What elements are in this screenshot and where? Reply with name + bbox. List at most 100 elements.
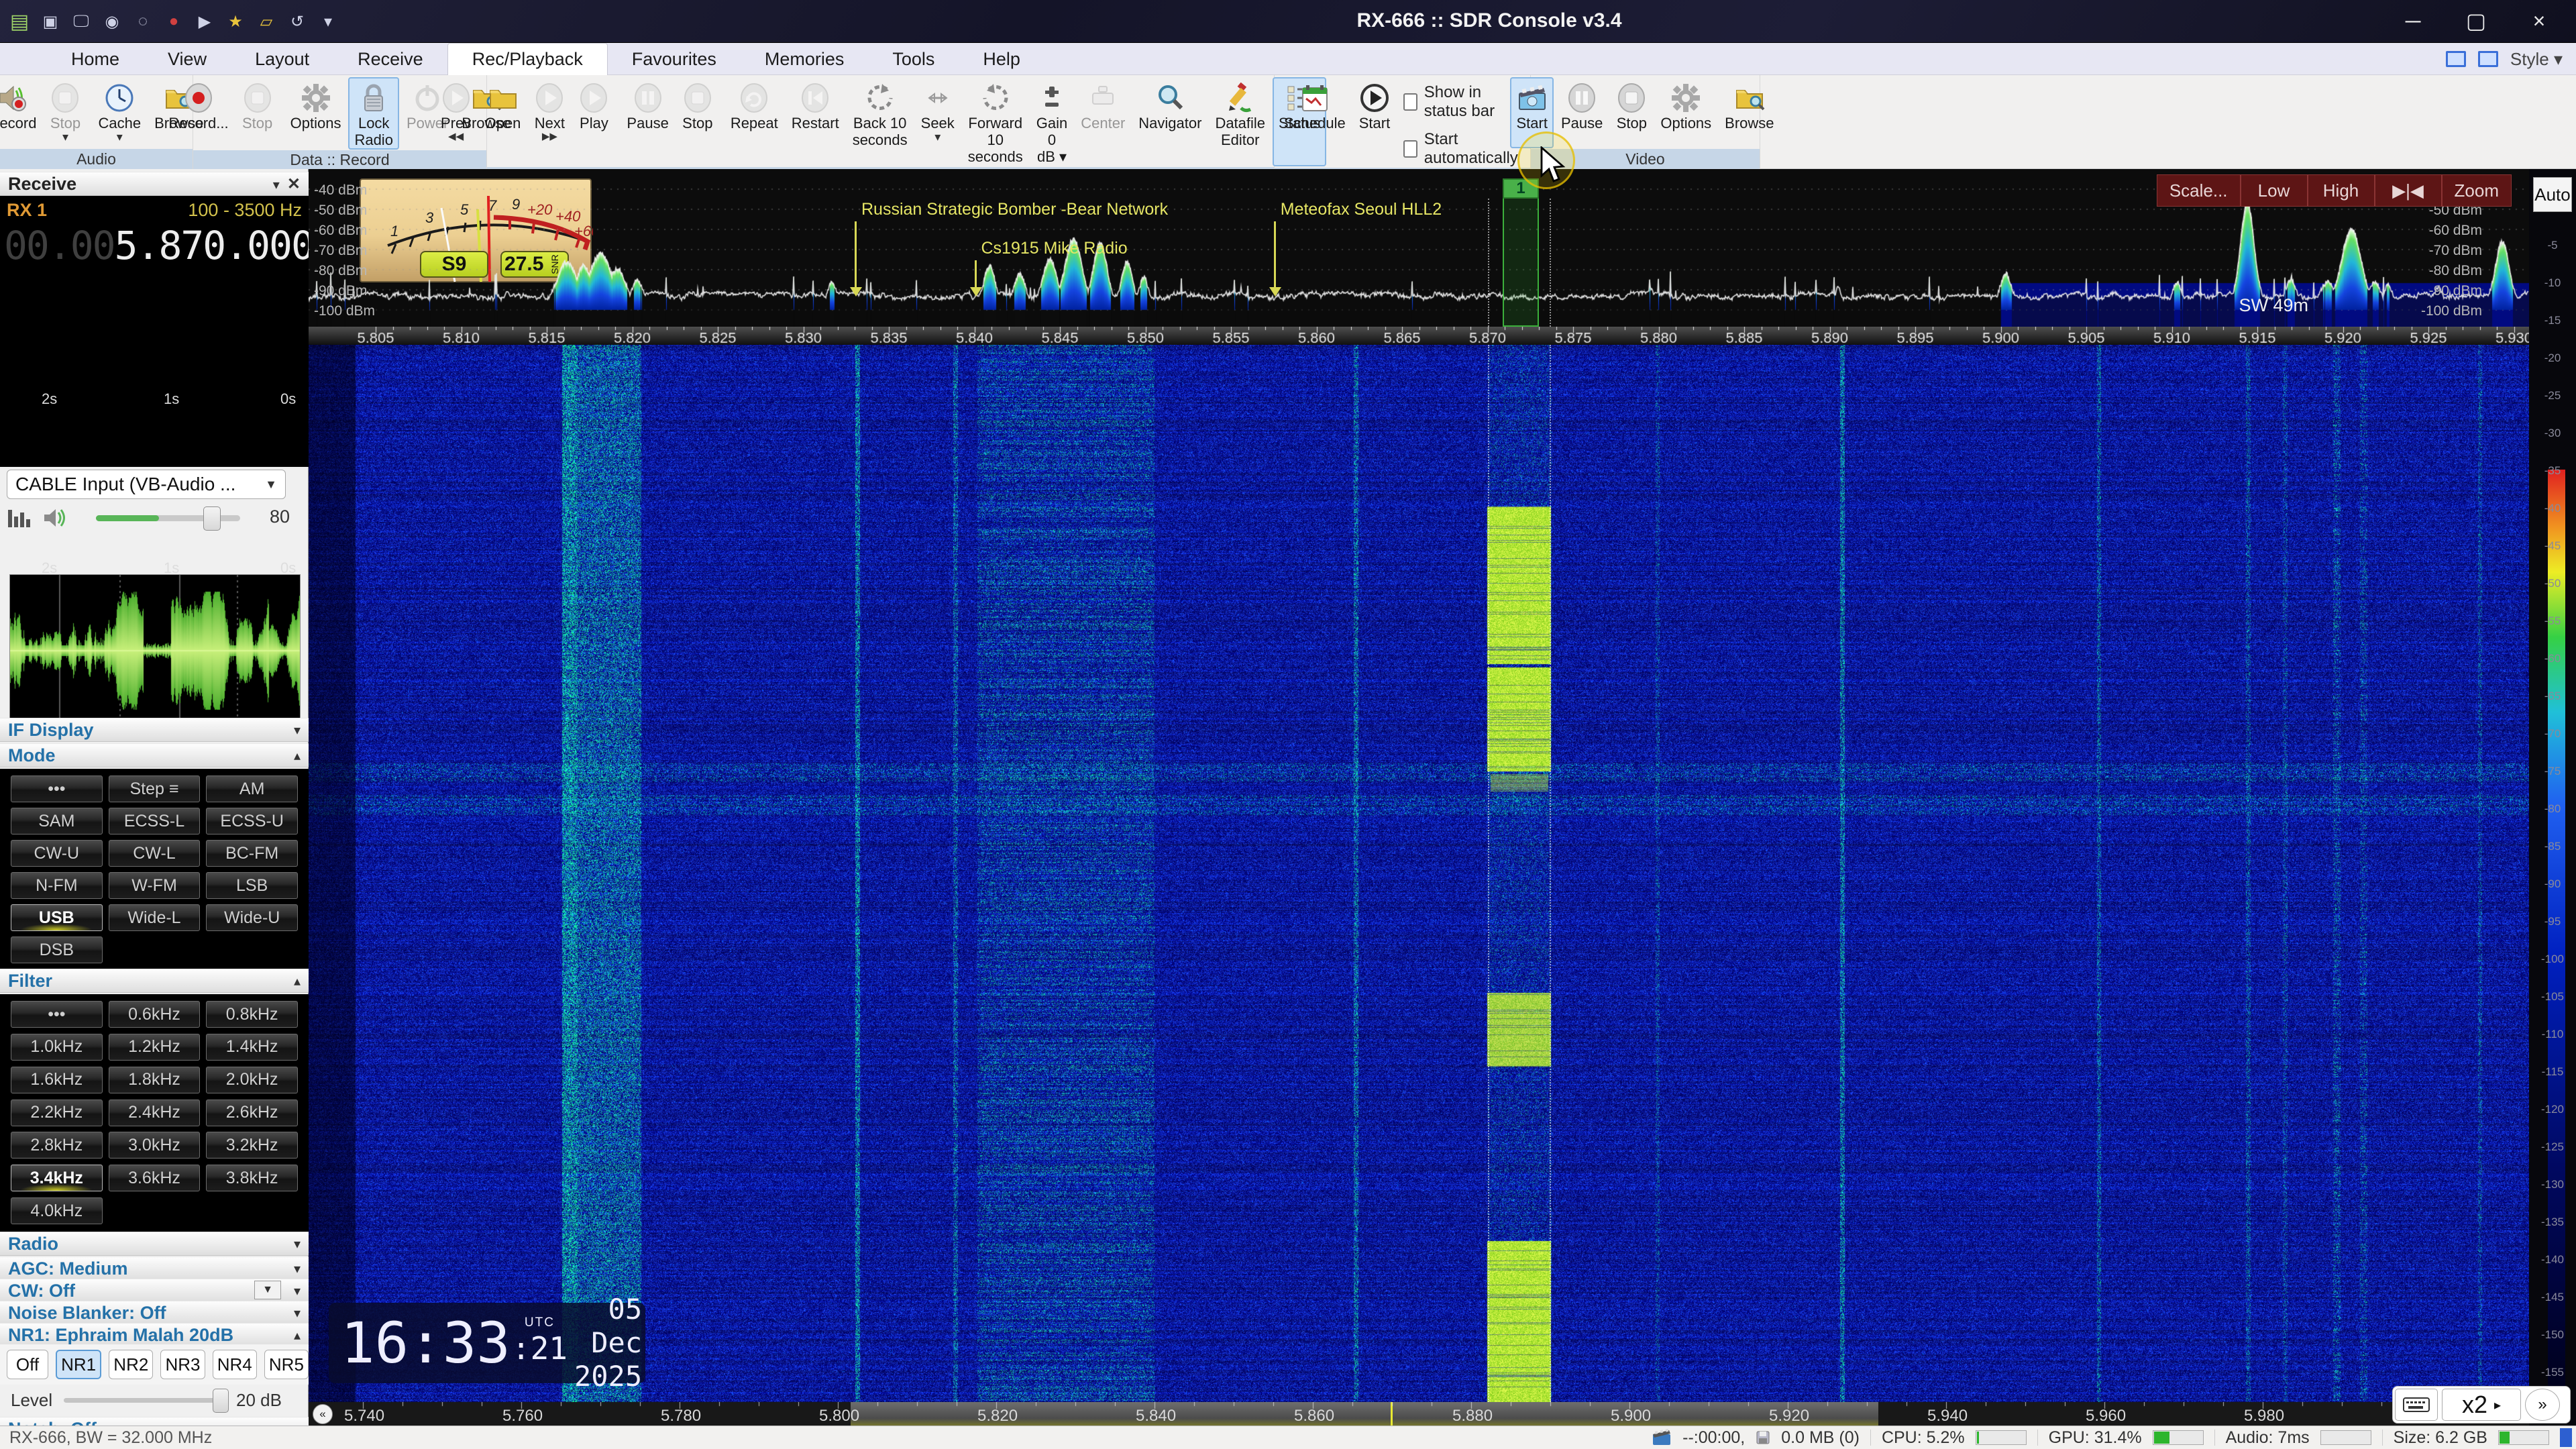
filter-2-4khz[interactable]: 2.4kHz (108, 1099, 201, 1126)
ribbon-button-next[interactable]: Next ▶▶ (528, 77, 571, 166)
mode-lsb[interactable]: LSB (206, 872, 298, 899)
mode--[interactable]: ••• (11, 775, 103, 802)
record-icon[interactable]: ● (164, 11, 184, 32)
audio-icon[interactable]: ◉ (102, 11, 122, 32)
nr-button-nr2[interactable]: NR2 (109, 1350, 154, 1379)
spectrum-display[interactable]: 13579 +20+40+60 S9 27.5 SNR SW 49m Scale… (309, 169, 2529, 327)
filter-2-2khz[interactable]: 2.2kHz (11, 1099, 103, 1126)
ribbon-button-stop[interactable]: Stop (676, 77, 719, 166)
frequency-readout[interactable]: 00.005.870.000 (4, 223, 315, 268)
mode-dsb[interactable]: DSB (11, 936, 103, 963)
ribbon-button-repeat[interactable]: Repeat (724, 77, 784, 166)
tab-rec-playback[interactable]: Rec/Playback (447, 43, 608, 75)
filter-3-8khz[interactable]: 3.8kHz (206, 1165, 298, 1192)
filter-4-0khz[interactable]: 4.0kHz (11, 1197, 103, 1225)
spectrum-button-scale-[interactable]: Scale... (2156, 174, 2241, 207)
spectrum-button--[interactable]: ▶|◀ (2374, 174, 2442, 207)
tab-home[interactable]: Home (47, 43, 144, 75)
filter-3-2khz[interactable]: 3.2kHz (206, 1132, 298, 1159)
ribbon-button-options[interactable]: Options (1654, 77, 1717, 148)
volume-slider[interactable] (96, 506, 240, 531)
section-nr1[interactable]: NR1: Ephraim Malah 20dB ▴ (0, 1323, 309, 1347)
ribbon-button-cache[interactable]: Cache ▾ (92, 77, 147, 148)
ribbon-button-open[interactable]: Open (479, 77, 527, 166)
mode-cw-l[interactable]: CW-L (108, 840, 201, 867)
qat-dropdown-icon[interactable]: ▾ (318, 11, 338, 32)
ribbon-button-record-[interactable]: Record... (162, 77, 234, 150)
app-menu-icon[interactable]: ▤ (9, 11, 30, 33)
folder-icon[interactable]: ▱ (256, 11, 276, 32)
section-if-display[interactable]: IF Display ▾ (0, 718, 309, 742)
ribbon-button-schedule[interactable]: Schedule (1278, 77, 1352, 167)
filter-1-4khz[interactable]: 1.4kHz (206, 1033, 298, 1061)
section-filter[interactable]: Filter ▴ (0, 969, 309, 993)
ribbon-button-navigator[interactable]: Navigator (1132, 77, 1208, 166)
nr-button-off[interactable]: Off (7, 1350, 48, 1379)
filter-1-2khz[interactable]: 1.2kHz (108, 1033, 201, 1061)
auto-range-button[interactable]: Auto (2533, 177, 2572, 212)
window-cascade-icon[interactable] (2477, 51, 2498, 67)
tab-view[interactable]: View (144, 43, 231, 75)
band-navigator[interactable]: « 5.740 5.760 5.780 5.800 5.820 5.840 5.860 5.8… (309, 1402, 2529, 1426)
filter-3-0khz[interactable]: 3.0kHz (108, 1132, 201, 1159)
ribbon-button-play[interactable]: Play (572, 77, 615, 166)
nr-button-nr5[interactable]: NR5 (264, 1350, 309, 1379)
ribbon-button-back-10[interactable]: Back 10 seconds (847, 77, 914, 166)
radio-icon[interactable]: ▣ (40, 11, 60, 32)
ribbon-button-record[interactable]: Record (0, 77, 42, 148)
ribbon-button-gain-0[interactable]: Gain 0 dB ▾ (1030, 77, 1073, 166)
window-layout-icon[interactable] (2445, 51, 2466, 67)
level-slider[interactable] (64, 1389, 229, 1413)
filter--[interactable]: ••• (11, 1001, 103, 1028)
filter-1-6khz[interactable]: 1.6kHz (11, 1066, 103, 1093)
checkbox-start-automatically[interactable]: Start automatically (1403, 130, 1523, 168)
filter-2-6khz[interactable]: 2.6kHz (206, 1099, 298, 1126)
spectrum-button-high[interactable]: High (2307, 174, 2375, 207)
tab-favourites[interactable]: Favourites (608, 43, 741, 75)
signal-label[interactable]: Meteofax Seoul HLL2 (1281, 200, 1442, 219)
ribbon-button-restart[interactable]: Restart (786, 77, 845, 166)
collapse-icon[interactable]: ▾ ✕ (273, 174, 301, 194)
mode-bc-fm[interactable]: BC-FM (206, 840, 298, 867)
tab-memories[interactable]: Memories (741, 43, 869, 75)
display-icon[interactable]: 🖵 (71, 11, 91, 32)
ribbon-button-browse[interactable]: Browse (1719, 77, 1780, 148)
spectrum-frequency-scale[interactable] (309, 327, 2529, 345)
ribbon-button-forward-10[interactable]: Forward 10 seconds (962, 77, 1029, 166)
filter-2-8khz[interactable]: 2.8kHz (11, 1132, 103, 1159)
volume-slider-handle[interactable] (203, 506, 221, 531)
ribbon-button-options[interactable]: Options (284, 77, 347, 150)
section-radio[interactable]: Radio ▾ (0, 1232, 309, 1256)
mode-ecss-u[interactable]: ECSS-U (206, 808, 298, 835)
play-icon[interactable]: ▶ (195, 11, 215, 32)
ribbon-button-seek[interactable]: Seek ▾ (915, 77, 961, 166)
spectrum-button-low[interactable]: Low (2240, 174, 2308, 207)
undo-icon[interactable]: ↺ (287, 11, 307, 32)
filter-0-6khz[interactable]: 0.6kHz (108, 1001, 201, 1028)
navigator-back-button[interactable]: « (313, 1404, 333, 1424)
mode-usb[interactable]: USB (11, 904, 103, 931)
mute-icon[interactable]: ◌ (133, 11, 153, 32)
ribbon-button-pause[interactable]: Pause (621, 77, 674, 166)
style-menu[interactable]: Style ▾ (2510, 49, 2563, 70)
level-slider-handle[interactable] (213, 1389, 229, 1413)
speaker-icon[interactable] (43, 507, 70, 529)
keyboard-entry-button[interactable] (2395, 1389, 2438, 1421)
mode-wide-l[interactable]: Wide-L (108, 904, 201, 931)
filter-3-6khz[interactable]: 3.6kHz (108, 1165, 201, 1192)
signal-label[interactable]: Russian Strategic Bomber -Bear Network (861, 200, 1168, 219)
tab-receive[interactable]: Receive (333, 43, 447, 75)
spectrum-button-zoom[interactable]: Zoom (2441, 174, 2512, 207)
cw-dropdown[interactable]: ▼ (254, 1281, 281, 1299)
ribbon-button-stop[interactable]: Stop (1610, 77, 1653, 148)
filter-1-0khz[interactable]: 1.0kHz (11, 1033, 103, 1061)
maximize-button[interactable]: ▢ (2445, 0, 2508, 42)
nr-button-nr4[interactable]: NR4 (212, 1350, 257, 1379)
mode-cw-u[interactable]: CW-U (11, 840, 103, 867)
filter-0-8khz[interactable]: 0.8kHz (206, 1001, 298, 1028)
waterfall-display[interactable]: 16:33 UTC :21 05 Dec 2025 (309, 345, 2529, 1402)
tab-tools[interactable]: Tools (868, 43, 959, 75)
ribbon-button-datafile[interactable]: Datafile Editor (1209, 77, 1271, 166)
filter-3-4khz[interactable]: 3.4kHz (11, 1165, 103, 1192)
nr-button-nr3[interactable]: NR3 (160, 1350, 205, 1379)
